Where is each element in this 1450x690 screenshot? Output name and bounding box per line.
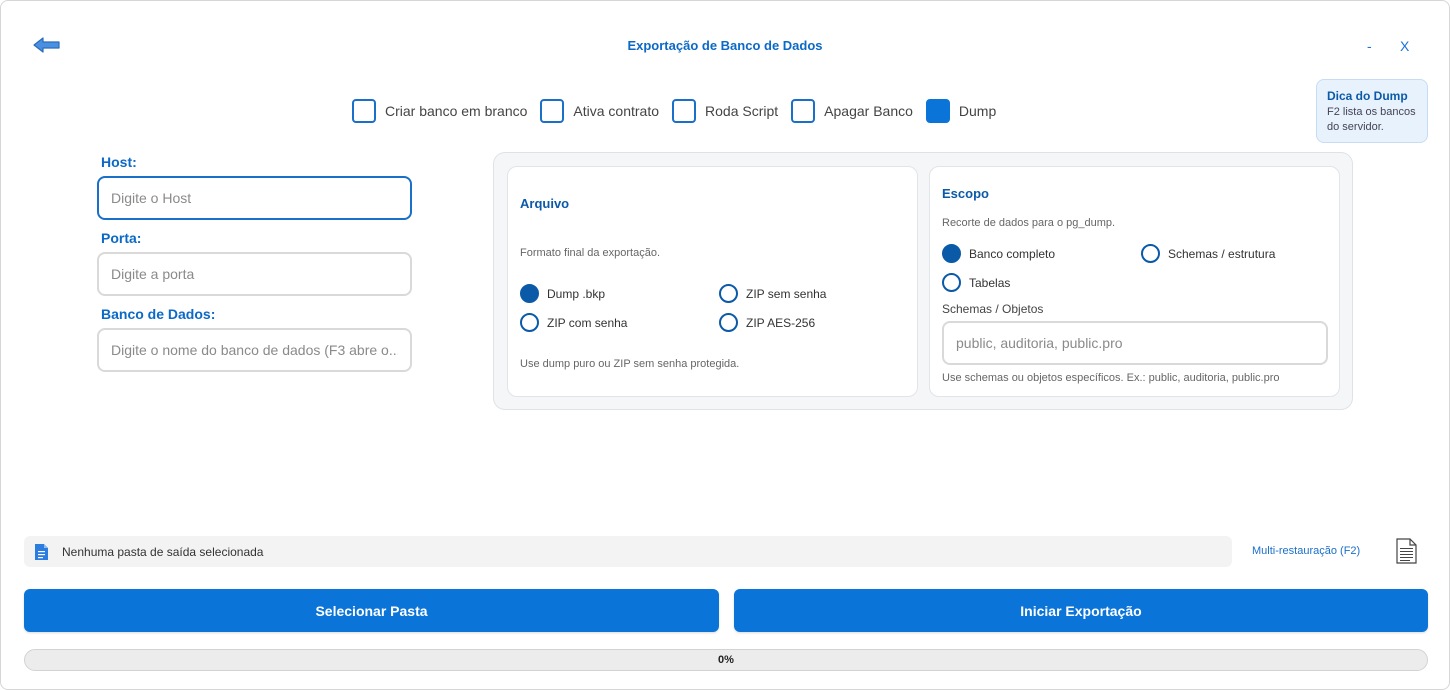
arquivo-title: Arquivo xyxy=(520,196,570,211)
objects-label: Schemas / Objetos xyxy=(942,302,1044,316)
host-label: Host: xyxy=(101,154,137,170)
checkbox[interactable] xyxy=(352,99,376,123)
dump-tip: Dica do Dump F2 lista os bancos do servi… xyxy=(1316,79,1428,143)
radio-zip-sem-senha[interactable]: ZIP sem senha xyxy=(719,284,826,303)
output-folder-text: Nenhuma pasta de saída selecionada xyxy=(62,544,264,559)
escopo-hint: Use schemas ou objetos específicos. Ex.:… xyxy=(942,372,1280,384)
arquivo-subtitle: Formato final da exportação. xyxy=(520,247,661,259)
host-input[interactable] xyxy=(97,176,412,220)
radio-label: ZIP sem senha xyxy=(746,286,827,301)
tip-title: Dica do Dump xyxy=(1327,89,1408,103)
radio-checked[interactable] xyxy=(520,284,539,303)
radio-label: Schemas / estrutura xyxy=(1168,246,1276,261)
radio-zip-aes[interactable]: ZIP AES-256 xyxy=(719,313,815,332)
radio[interactable] xyxy=(1141,244,1160,263)
page-title: Exportação de Banco de Dados xyxy=(627,38,823,53)
radio[interactable] xyxy=(942,273,961,292)
objects-input[interactable] xyxy=(942,321,1328,365)
radio-tabelas[interactable]: Tabelas xyxy=(942,273,1010,292)
progress-bar: 0% xyxy=(24,649,1428,671)
options-panel: Arquivo Formato final da exportação. Dum… xyxy=(493,152,1353,410)
document-lines-icon[interactable] xyxy=(1396,538,1417,564)
escopo-card: Escopo Recorte de dados para o pg_dump. … xyxy=(929,166,1340,397)
start-export-button[interactable]: Iniciar Exportação xyxy=(734,589,1428,632)
option-criar-banco[interactable]: Criar banco em branco xyxy=(352,99,527,123)
output-folder-bar: Nenhuma pasta de saída selecionada xyxy=(24,536,1232,567)
checkbox[interactable] xyxy=(672,99,697,123)
option-roda-script[interactable]: Roda Script xyxy=(672,99,778,123)
radio-label: ZIP com senha xyxy=(547,315,628,330)
arquivo-card: Arquivo Formato final da exportação. Dum… xyxy=(507,166,918,397)
option-label: Criar banco em branco xyxy=(385,103,528,119)
radio[interactable] xyxy=(719,284,738,303)
option-label: Dump xyxy=(958,103,997,119)
radio-dump-bkp[interactable]: Dump .bkp xyxy=(520,284,605,303)
banco-label: Banco de Dados: xyxy=(101,306,216,322)
top-options: Criar banco em branco Ativa contrato Rod… xyxy=(352,99,996,123)
checkbox-checked[interactable] xyxy=(925,99,950,123)
minimize-button[interactable]: - xyxy=(1367,38,1372,54)
radio-label: Banco completo xyxy=(969,246,1056,261)
option-ativa-contrato[interactable]: Ativa contrato xyxy=(540,99,659,123)
radio-checked[interactable] xyxy=(942,244,961,263)
export-window: Exportação de Banco de Dados - X Criar b… xyxy=(0,0,1450,690)
close-button[interactable]: X xyxy=(1400,38,1409,54)
checkbox[interactable] xyxy=(791,99,816,123)
option-label: Ativa contrato xyxy=(573,103,660,119)
radio-schemas-estrutura[interactable]: Schemas / estrutura xyxy=(1141,244,1275,263)
radio-label: ZIP AES-256 xyxy=(746,315,816,330)
escopo-subtitle: Recorte de dados para o pg_dump. xyxy=(942,217,1116,229)
radio-label: Dump .bkp xyxy=(547,286,606,301)
radio-banco-completo[interactable]: Banco completo xyxy=(942,244,1055,263)
tip-text: F2 lista os bancos do servidor. xyxy=(1327,106,1416,133)
progress-label: 0% xyxy=(718,654,734,666)
option-dump[interactable]: Dump xyxy=(925,99,997,123)
porta-label: Porta: xyxy=(101,230,142,246)
radio-label: Tabelas xyxy=(969,275,1011,290)
select-folder-button[interactable]: Selecionar Pasta xyxy=(24,589,719,632)
arquivo-hint: Use dump puro ou ZIP sem senha protegida… xyxy=(520,358,740,370)
document-icon xyxy=(35,543,48,560)
option-apagar-banco[interactable]: Apagar Banco xyxy=(791,99,913,123)
checkbox[interactable] xyxy=(540,99,565,123)
porta-input[interactable] xyxy=(97,252,412,296)
option-label: Apagar Banco xyxy=(824,103,913,119)
escopo-title: Escopo xyxy=(942,186,989,201)
banco-input[interactable] xyxy=(97,328,412,372)
radio-zip-com-senha[interactable]: ZIP com senha xyxy=(520,313,627,332)
multi-restore-link[interactable]: Multi-restauração (F2) xyxy=(1252,545,1360,557)
radio[interactable] xyxy=(719,313,738,332)
radio[interactable] xyxy=(520,313,539,332)
option-label: Roda Script xyxy=(705,103,779,119)
